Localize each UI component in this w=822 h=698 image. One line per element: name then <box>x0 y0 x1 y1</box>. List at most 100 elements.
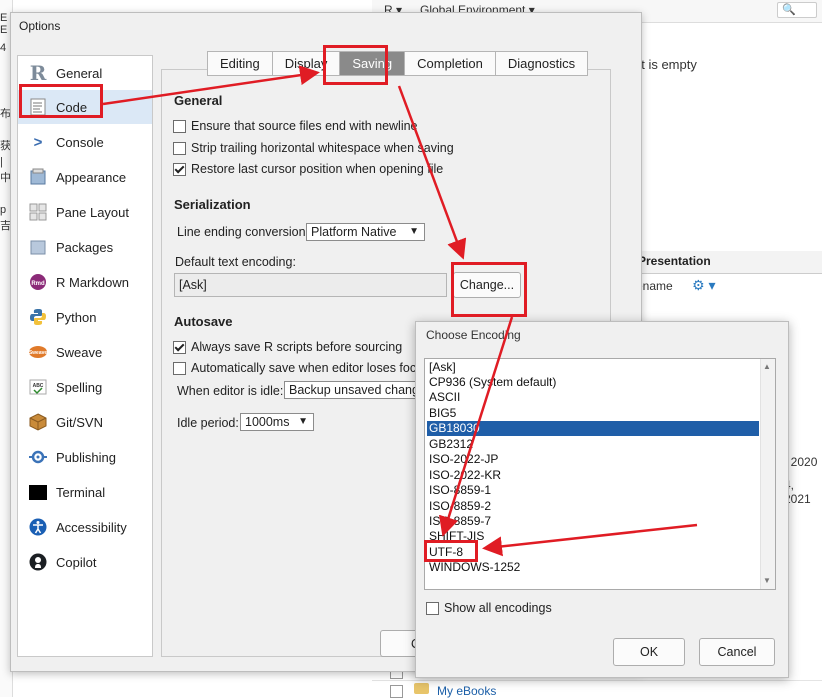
sidebar-item-label: R Markdown <box>56 274 129 290</box>
sidebar-item-copilot[interactable]: Copilot <box>18 545 152 579</box>
tab-presentation[interactable]: Presentation <box>638 254 711 268</box>
sidebar-item-accessibility[interactable]: Accessibility <box>18 510 152 544</box>
sidebar-item-terminal[interactable]: Terminal <box>18 475 152 509</box>
select-value: Platform Native <box>311 225 397 239</box>
file-date: 4, 2021 <box>784 478 811 506</box>
background-left-char: 布 <box>0 108 10 120</box>
background-left-char: | <box>0 156 3 168</box>
encoding-option[interactable]: ISO-8859-7 <box>427 514 759 529</box>
option-autosave-focus[interactable]: Automatically save when editor loses foc… <box>173 361 429 375</box>
option-strip-whitespace[interactable]: Strip trailing horizontal whitespace whe… <box>173 141 454 155</box>
annotation-box-change <box>451 262 527 317</box>
encoding-option[interactable]: ASCII <box>427 390 759 405</box>
encoding-label: Default text encoding: <box>175 255 296 269</box>
accessibility-icon <box>28 517 48 537</box>
checkbox-checked[interactable] <box>173 340 186 354</box>
encoding-option[interactable]: [Ask] <box>427 360 759 375</box>
encoding-option[interactable]: ISO-2022-JP <box>427 452 759 467</box>
select-value: 1000ms <box>245 415 290 429</box>
encoding-option[interactable]: ISO-2022-KR <box>427 468 759 483</box>
choose-encoding-dialog: Choose Encoding [Ask] CP936 (System defa… <box>415 321 789 678</box>
scroll-down-icon[interactable]: ▼ <box>763 576 771 585</box>
section-general-heading: General <box>174 93 223 108</box>
checkbox[interactable] <box>173 141 186 155</box>
appearance-icon <box>28 167 48 187</box>
tab-completion[interactable]: Completion <box>404 51 496 76</box>
chevron-down-icon: ▼ <box>298 416 308 427</box>
cancel-button[interactable]: Cancel <box>699 638 775 666</box>
background-left-char: E <box>0 12 8 24</box>
ok-button[interactable]: OK <box>613 638 685 666</box>
option-restore-cursor[interactable]: Restore last cursor position when openin… <box>173 162 443 176</box>
encoding-option[interactable]: ISO-8859-2 <box>427 499 759 514</box>
file-link-ebooks[interactable]: My eBooks <box>437 684 496 698</box>
annotation-box-code <box>19 84 103 118</box>
sidebar-item-python[interactable]: Python <box>18 300 152 334</box>
dialog-title: Options <box>19 19 61 33</box>
tab-diagnostics[interactable]: Diagnostics <box>494 51 589 76</box>
line-ending-select[interactable]: Platform Native ▼ <box>306 223 425 241</box>
show-all-encodings-option[interactable]: Show all encodings <box>426 601 552 615</box>
publishing-icon <box>28 447 48 467</box>
console-icon: > <box>33 133 43 151</box>
background-left-char: 吉 <box>0 220 10 232</box>
encoding-option[interactable]: WINDOWS-1252 <box>427 560 759 575</box>
idle-period-label: Idle period: <box>177 416 239 430</box>
terminal-icon <box>28 482 48 502</box>
dialog-title: Choose Encoding <box>426 328 521 342</box>
option-label: Restore last cursor position when openin… <box>191 162 444 176</box>
r-logo-icon: R <box>29 61 47 85</box>
section-autosave-heading: Autosave <box>174 314 233 329</box>
scroll-up-icon[interactable]: ▲ <box>763 362 771 371</box>
idle-action-label: When editor is idle: <box>177 384 284 398</box>
encoding-option[interactable]: GB2312 <box>427 437 759 452</box>
select-value: Backup unsaved changes <box>289 383 424 397</box>
option-label: Ensure that source files end with newlin… <box>191 119 418 133</box>
sidebar-item-label: Spelling <box>56 379 103 395</box>
idle-action-select[interactable]: Backup unsaved changes <box>284 381 424 399</box>
sidebar-item-sweave[interactable]: Sweave Sweave <box>18 335 152 369</box>
checkbox-checked[interactable] <box>173 162 186 176</box>
sidebar-item-packages[interactable]: Packages <box>18 230 152 264</box>
sidebar-item-label: Accessibility <box>56 519 127 535</box>
sidebar-item-pane-layout[interactable]: Pane Layout <box>18 195 152 229</box>
search-icon[interactable]: 🔍 <box>777 2 817 18</box>
annotation-box-utf8 <box>424 540 478 562</box>
background-left-char: 获 <box>0 140 10 152</box>
sidebar-item-spelling[interactable]: ABC Spelling <box>18 370 152 404</box>
encoding-option[interactable]: ISO-8859-1 <box>427 483 759 498</box>
encoding-option-selected[interactable]: GB18030 <box>427 421 759 436</box>
sidebar-item-label: Sweave <box>56 344 103 360</box>
sidebar-item-console[interactable]: > Console <box>18 125 152 159</box>
checkbox[interactable] <box>173 361 186 375</box>
idle-period-select[interactable]: 1000ms ▼ <box>240 413 314 431</box>
environment-empty-text: nt is empty <box>634 57 697 72</box>
sidebar-item-label: Pane Layout <box>56 204 130 220</box>
file-date: , 2020 <box>784 455 818 469</box>
encoding-list-scrollbar[interactable]: ▲ ▼ <box>760 359 775 589</box>
background-left-char: E <box>0 24 8 36</box>
checkbox[interactable] <box>426 601 439 615</box>
option-label: Always save R scripts before sourcing <box>191 340 403 354</box>
option-save-before-sourcing[interactable]: Always save R scripts before sourcing <box>173 340 402 354</box>
option-label: Automatically save when editor loses foc… <box>191 361 430 375</box>
encoding-option[interactable]: CP936 (System default) <box>427 375 759 390</box>
copilot-icon <box>28 552 48 572</box>
encoding-field: [Ask] <box>174 273 447 297</box>
pane-layout-icon <box>28 202 48 222</box>
sidebar-item-label: General <box>56 65 103 81</box>
tab-editing[interactable]: Editing <box>207 51 273 76</box>
annotation-box-saving <box>323 45 388 85</box>
gear-icon[interactable]: ⚙ ▾ <box>692 277 715 294</box>
checkbox[interactable] <box>173 119 186 133</box>
sidebar-item-publishing[interactable]: Publishing <box>18 440 152 474</box>
packages-icon <box>28 237 48 257</box>
sidebar-item-r-markdown[interactable]: Rmd R Markdown <box>18 265 152 299</box>
sidebar-item-appearance[interactable]: Appearance <box>18 160 152 194</box>
sidebar-item-git-svn[interactable]: Git/SVN <box>18 405 152 439</box>
option-end-with-newline[interactable]: Ensure that source files end with newlin… <box>173 119 418 133</box>
sidebar-item-label: Console <box>56 134 104 150</box>
encoding-option[interactable]: BIG5 <box>427 406 759 421</box>
svg-text:Rmd: Rmd <box>31 281 45 287</box>
file-checkbox[interactable] <box>390 685 403 698</box>
